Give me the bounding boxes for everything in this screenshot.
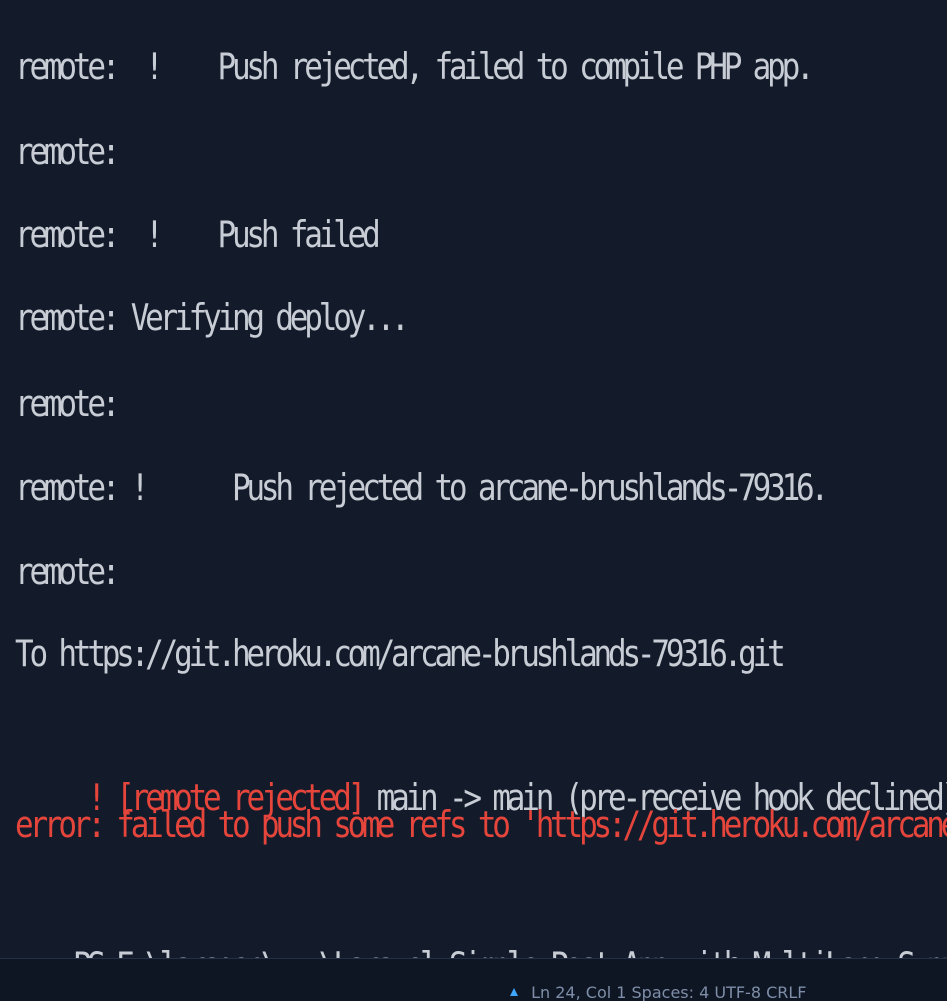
status-arrow-icon <box>510 988 518 996</box>
terminal-prompt-line[interactable]: PS E:\laragon\www\Laravel-Simple-Post-Ap… <box>15 878 947 958</box>
terminal-output[interactable]: remote: ! Push rejected, failed to compi… <box>0 0 947 958</box>
status-bar-right: Ln 24, Col 1 Spaces: 4 UTF-8 CRLF <box>510 983 831 1001</box>
status-partial-text: Ln 24, Col 1 Spaces: 4 UTF-8 CRLF <box>531 983 807 1001</box>
terminal-line-7: remote: <box>15 550 120 594</box>
terminal-error-line: error: failed to push some refs to 'http… <box>15 803 947 847</box>
status-bar: Ln 24, Col 1 Spaces: 4 UTF-8 CRLF <box>0 958 947 1001</box>
terminal-line-6: remote: ! Push rejected to arcane-brushl… <box>15 466 829 510</box>
terminal-line-2: remote: <box>15 130 120 174</box>
terminal-line-1: remote: ! Push rejected, failed to compi… <box>15 45 815 89</box>
terminal-line-8: To https://git.heroku.com/arcane-brushla… <box>15 632 786 676</box>
terminal-line-5: remote: <box>15 382 120 426</box>
terminal-prompt: PS E:\laragon\www\Laravel-Simple-Post-Ap… <box>73 945 947 958</box>
terminal-line-3: remote: ! Push failed <box>15 213 381 257</box>
terminal-line-4: remote: Verifying deploy... <box>15 296 410 340</box>
terminal-line-9: ! [remote rejected] main -> main (pre-re… <box>15 710 947 819</box>
